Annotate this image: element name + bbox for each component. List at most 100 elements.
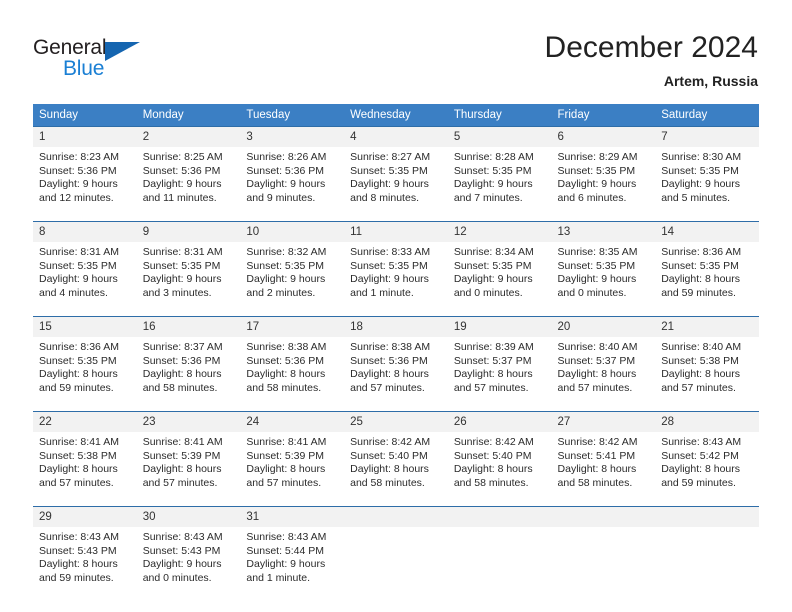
sunrise-text: Sunrise: 8:35 AM [557, 246, 638, 258]
weekday-header-thursday: Thursday [447, 104, 552, 127]
day-detail: Sunrise: 8:26 AM Sunset: 5:36 PM Daylight:… [240, 147, 344, 205]
daylight-text-line2: and 9 minutes. [246, 191, 316, 204]
day-cell-inner: 14 Sunrise: 8:36 AM Sunset: 5:35 PM Dayligh… [655, 222, 759, 312]
day-detail: Sunrise: 8:36 AM Sunset: 5:35 PM Daylight:… [655, 242, 759, 300]
sunset-text: Sunset: 5:37 PM [557, 354, 636, 367]
calendar-day-cell[interactable]: 22 Sunrise: 8:41 AM Sunset: 5:38 PM Dayligh… [33, 411, 137, 502]
day-number: 7 [655, 127, 759, 147]
daylight-text-line2: and 7 minutes. [453, 191, 523, 204]
day-number: 12 [447, 222, 552, 242]
daylight-text-line1: Daylight: 9 hours [350, 178, 429, 191]
sunset-text: Sunset: 5:35 PM [661, 164, 739, 177]
day-number: 31 [240, 507, 345, 527]
day-cell-inner: 30 Sunrise: 8:43 AM Sunset: 5:43 PM Dayligh… [136, 507, 241, 597]
day-number: 15 [33, 317, 137, 337]
day-cell-inner: 13 Sunrise: 8:35 AM Sunset: 5:35 PM Dayligh… [551, 222, 656, 312]
calendar-day-cell[interactable]: 14 Sunrise: 8:36 AM Sunset: 5:35 PM Dayligh… [655, 221, 759, 312]
logo-text-blue: Blue [63, 57, 105, 80]
calendar-day-cell[interactable]: 25 Sunrise: 8:42 AM Sunset: 5:40 PM Dayligh… [344, 411, 448, 502]
daylight-text-line2: and 5 minutes. [661, 191, 731, 204]
day-detail: Sunrise: 8:32 AM Sunset: 5:35 PM Daylight:… [240, 242, 344, 300]
daylight-text-line2: and 59 minutes. [39, 571, 114, 584]
day-detail: Sunrise: 8:33 AM Sunset: 5:35 PM Daylight:… [344, 242, 448, 300]
sunrise-text: Sunrise: 8:31 AM [142, 246, 223, 258]
day-cell-inner: 7 Sunrise: 8:30 AM Sunset: 5:35 PM Daylight… [655, 127, 759, 217]
title-block: December 2024 Artem, Russia [545, 30, 758, 91]
calendar-day-cell[interactable]: 6 Sunrise: 8:29 AM Sunset: 5:35 PM Daylight… [551, 126, 656, 217]
calendar-day-cell[interactable]: 1 Sunrise: 8:23 AM Sunset: 5:36 PM Daylight… [33, 126, 137, 217]
day-detail: Sunrise: 8:42 AM Sunset: 5:40 PM Daylight:… [448, 432, 552, 490]
sunrise-text: Sunrise: 8:29 AM [557, 151, 638, 163]
calendar-day-cell[interactable]: 27 Sunrise: 8:42 AM Sunset: 5:41 PM Dayligh… [551, 411, 656, 502]
calendar-day-cell[interactable]: 23 Sunrise: 8:41 AM Sunset: 5:39 PM Dayligh… [136, 411, 241, 502]
day-cell-inner: 6 Sunrise: 8:29 AM Sunset: 5:35 PM Daylight… [551, 127, 656, 217]
day-cell-inner: 20 Sunrise: 8:40 AM Sunset: 5:37 PM Dayligh… [551, 317, 656, 407]
day-number: 1 [33, 127, 137, 147]
daylight-text-line1: Daylight: 9 hours [557, 273, 637, 286]
calendar-day-cell[interactable]: 18 Sunrise: 8:38 AM Sunset: 5:36 PM Dayligh… [344, 316, 448, 407]
calendar-day-cell[interactable]: 13 Sunrise: 8:35 AM Sunset: 5:35 PM Dayligh… [551, 221, 656, 312]
calendar-day-cell[interactable]: 28 Sunrise: 8:43 AM Sunset: 5:42 PM Dayligh… [655, 411, 759, 502]
calendar-day-cell[interactable]: 12 Sunrise: 8:34 AM Sunset: 5:35 PM Dayligh… [447, 221, 552, 312]
day-cell-inner: 25 Sunrise: 8:42 AM Sunset: 5:40 PM Dayligh… [344, 412, 448, 502]
daylight-text-line1: Daylight: 8 hours [453, 368, 533, 381]
general-blue-logo[interactable]: General Blue [33, 36, 163, 84]
daylight-text-line1: Daylight: 8 hours [39, 558, 118, 571]
daylight-text-line2: and 59 minutes. [661, 476, 736, 489]
daylight-text-line1: Daylight: 8 hours [142, 368, 222, 381]
daylight-text-line2: and 2 minutes. [246, 286, 316, 299]
calendar-day-cell[interactable]: 11 Sunrise: 8:33 AM Sunset: 5:35 PM Dayligh… [344, 221, 448, 312]
day-number: 21 [655, 317, 759, 337]
sunrise-text: Sunrise: 8:26 AM [246, 151, 327, 163]
daylight-text-line2: and 58 minutes. [453, 476, 529, 489]
day-cell-inner: 8 Sunrise: 8:31 AM Sunset: 5:35 PM Daylight… [33, 222, 137, 312]
day-detail: Sunrise: 8:41 AM Sunset: 5:39 PM Daylight:… [137, 432, 241, 490]
daylight-text-line2: and 57 minutes. [453, 381, 529, 394]
daylight-text-line1: Daylight: 9 hours [142, 558, 222, 571]
day-number: 10 [240, 222, 345, 242]
calendar-week-row: 22 Sunrise: 8:41 AM Sunset: 5:38 PM Dayligh… [33, 411, 759, 502]
calendar-day-cell[interactable]: 20 Sunrise: 8:40 AM Sunset: 5:37 PM Dayligh… [551, 316, 656, 407]
calendar-day-cell[interactable]: 8 Sunrise: 8:31 AM Sunset: 5:35 PM Daylight… [33, 221, 137, 312]
calendar-day-cell[interactable]: 17 Sunrise: 8:38 AM Sunset: 5:36 PM Dayligh… [240, 316, 345, 407]
calendar-day-cell[interactable]: 9 Sunrise: 8:31 AM Sunset: 5:35 PM Daylight… [136, 221, 241, 312]
sunset-text: Sunset: 5:40 PM [350, 449, 428, 462]
calendar-day-cell[interactable]: 21 Sunrise: 8:40 AM Sunset: 5:38 PM Dayligh… [655, 316, 759, 407]
daylight-text-line1: Daylight: 8 hours [557, 368, 637, 381]
daylight-text-line2: and 57 minutes. [661, 381, 736, 394]
daylight-text-line2: and 11 minutes. [142, 191, 217, 204]
calendar-day-cell[interactable]: 5 Sunrise: 8:28 AM Sunset: 5:35 PM Daylight… [447, 126, 552, 217]
calendar-day-cell[interactable]: 15 Sunrise: 8:36 AM Sunset: 5:35 PM Dayligh… [33, 316, 137, 407]
day-detail: Sunrise: 8:42 AM Sunset: 5:41 PM Daylight:… [552, 432, 656, 490]
sunset-text: Sunset: 5:43 PM [39, 544, 117, 557]
calendar-day-cell[interactable]: 19 Sunrise: 8:39 AM Sunset: 5:37 PM Dayligh… [447, 316, 552, 407]
daylight-text-line2: and 1 minute. [350, 286, 414, 299]
sunrise-text: Sunrise: 8:34 AM [453, 246, 534, 258]
calendar-day-cell[interactable]: 31 Sunrise: 8:43 AM Sunset: 5:44 PM Dayligh… [240, 506, 345, 597]
sunrise-text: Sunrise: 8:28 AM [453, 151, 534, 163]
calendar-cell-empty [447, 506, 552, 597]
calendar-day-cell[interactable]: 4 Sunrise: 8:27 AM Sunset: 5:35 PM Daylight… [344, 126, 448, 217]
daylight-text-line1: Daylight: 9 hours [557, 178, 637, 191]
calendar-day-cell[interactable]: 26 Sunrise: 8:42 AM Sunset: 5:40 PM Dayligh… [447, 411, 552, 502]
calendar-day-cell[interactable]: 30 Sunrise: 8:43 AM Sunset: 5:43 PM Dayligh… [136, 506, 241, 597]
daylight-text-line1: Daylight: 8 hours [661, 463, 741, 476]
sunrise-text: Sunrise: 8:41 AM [246, 436, 327, 448]
calendar-day-cell[interactable]: 16 Sunrise: 8:37 AM Sunset: 5:36 PM Dayligh… [136, 316, 241, 407]
sunrise-text: Sunrise: 8:43 AM [246, 531, 327, 543]
sunset-text: Sunset: 5:40 PM [453, 449, 532, 462]
day-cell-inner [344, 507, 448, 597]
calendar-day-cell[interactable]: 2 Sunrise: 8:25 AM Sunset: 5:36 PM Daylight… [136, 126, 241, 217]
calendar-day-cell[interactable]: 7 Sunrise: 8:30 AM Sunset: 5:35 PM Daylight… [655, 126, 759, 217]
day-detail: Sunrise: 8:35 AM Sunset: 5:35 PM Daylight:… [552, 242, 656, 300]
sunrise-text: Sunrise: 8:42 AM [453, 436, 534, 448]
daylight-text-line1: Daylight: 9 hours [39, 178, 118, 191]
sunset-text: Sunset: 5:35 PM [350, 164, 428, 177]
day-detail: Sunrise: 8:37 AM Sunset: 5:36 PM Daylight:… [137, 337, 241, 395]
calendar-day-cell[interactable]: 3 Sunrise: 8:26 AM Sunset: 5:36 PM Daylight… [240, 126, 345, 217]
day-cell-inner [551, 507, 656, 597]
calendar-day-cell[interactable]: 10 Sunrise: 8:32 AM Sunset: 5:35 PM Dayligh… [240, 221, 345, 312]
calendar-day-cell[interactable]: 24 Sunrise: 8:41 AM Sunset: 5:39 PM Dayligh… [240, 411, 345, 502]
calendar-day-cell[interactable]: 29 Sunrise: 8:43 AM Sunset: 5:43 PM Dayligh… [33, 506, 137, 597]
day-number: 18 [344, 317, 448, 337]
